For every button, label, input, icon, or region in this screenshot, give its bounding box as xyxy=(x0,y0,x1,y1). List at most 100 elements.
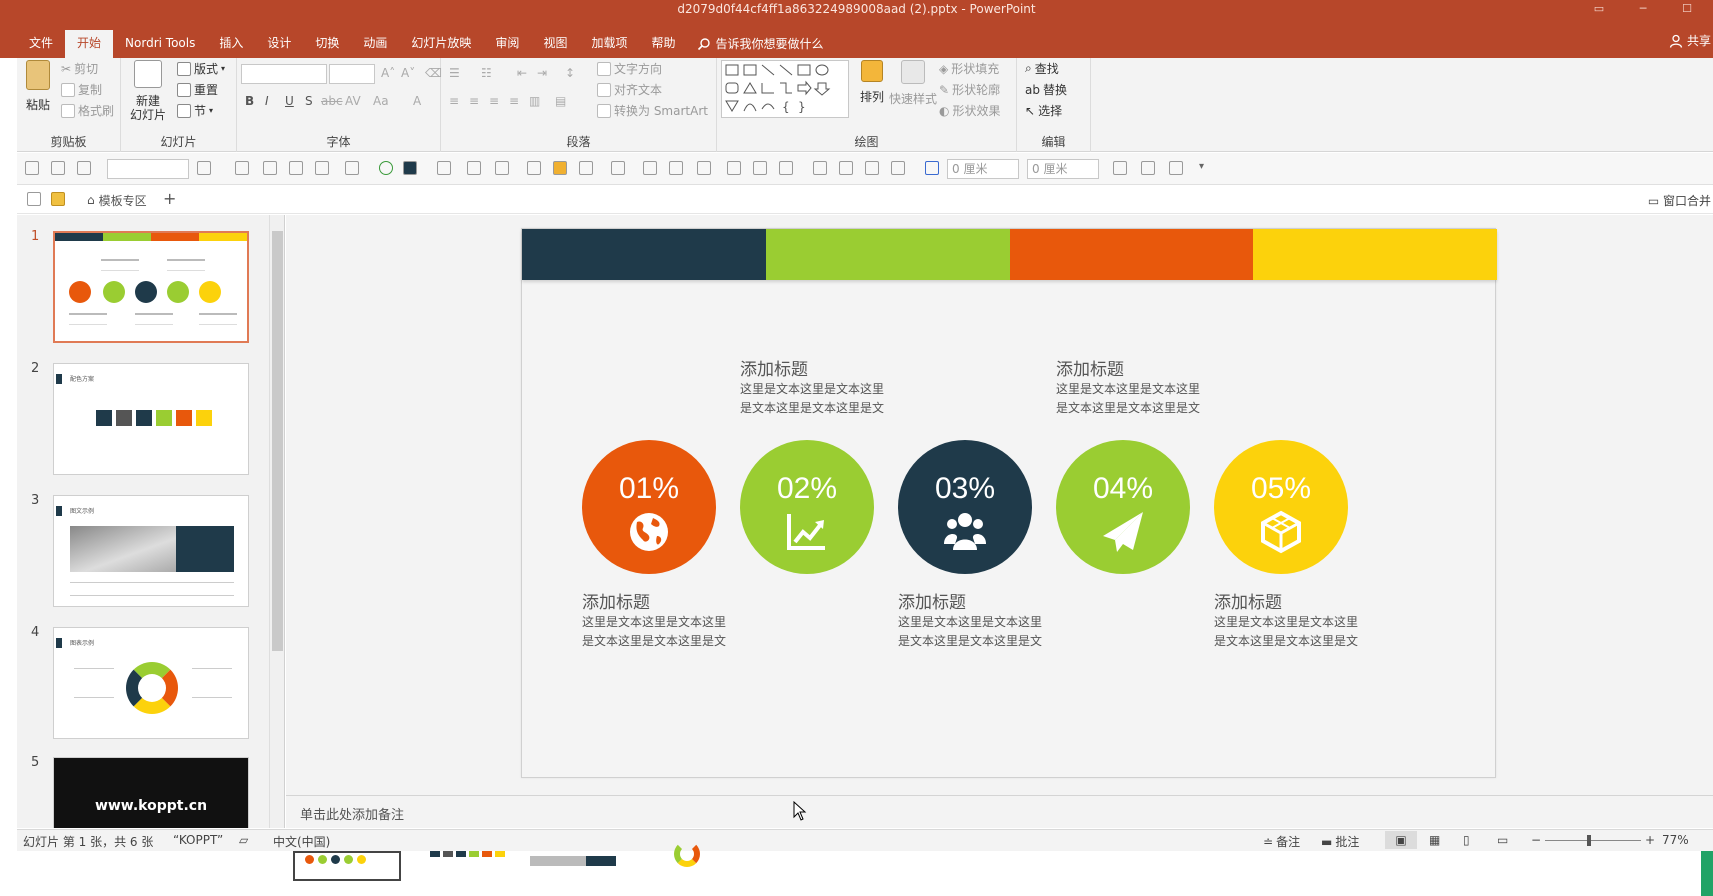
new-slide-button[interactable]: 新建 幻灯片 xyxy=(125,60,171,122)
width-field[interactable]: 0 厘米 xyxy=(947,159,1019,179)
justify-icon[interactable]: ≡ xyxy=(509,94,519,108)
align-center-obj-icon[interactable] xyxy=(779,161,793,175)
slide-thumbnail-3[interactable]: 图文示例 xyxy=(53,495,249,607)
reset-button[interactable]: 重置 xyxy=(177,81,218,98)
slide-thumbnail-5[interactable]: www.koppt.cn xyxy=(53,757,249,828)
reading-view-button[interactable]: ▯ xyxy=(1463,833,1470,847)
replace-button[interactable]: ab 替换 xyxy=(1025,81,1067,98)
normal-view-button[interactable]: ▣ xyxy=(1385,831,1417,849)
item-text-2[interactable]: 这里是文本这里是文本这里是文本这里是文本这里是文 xyxy=(740,380,890,418)
table-grid-icon[interactable] xyxy=(925,161,939,175)
notes-placeholder[interactable]: 单击此处添加备注 xyxy=(300,804,404,823)
shape-fill-button[interactable]: ◈ 形状填充 xyxy=(939,60,999,77)
delete-icon[interactable] xyxy=(839,161,853,175)
columns-icon[interactable]: ▤ xyxy=(555,94,566,108)
share-button[interactable]: 共享 xyxy=(1669,32,1711,49)
text-direction-button[interactable]: 文字方向 xyxy=(597,60,662,77)
notes-pane[interactable]: 单击此处添加备注 xyxy=(286,795,1713,828)
slide-thumbnail-1[interactable] xyxy=(53,231,249,343)
language-indicator[interactable]: 中文(中国) xyxy=(273,833,330,850)
shape-effects-button[interactable]: ◐ 形状效果 xyxy=(939,102,1001,119)
distributed-icon[interactable]: ▥ xyxy=(529,94,540,108)
increase-indent-icon[interactable]: ⇥ xyxy=(537,66,547,80)
slide-thumbnail-2[interactable]: 配色方案 xyxy=(53,363,249,475)
align-objects-icon[interactable] xyxy=(25,161,39,175)
spellcheck-icon[interactable]: ▱ xyxy=(239,833,248,847)
distribute-icon[interactable] xyxy=(51,161,65,175)
format-painter-button[interactable]: 格式刷 xyxy=(61,102,114,119)
style-combo[interactable] xyxy=(107,159,189,179)
copy-button[interactable]: 复制 xyxy=(61,81,102,98)
slideshow-button[interactable]: ▭ xyxy=(1497,833,1508,847)
flip-icon[interactable] xyxy=(697,161,711,175)
quick-styles-button[interactable]: 快速样式 xyxy=(889,60,937,107)
zoom-level[interactable]: 77% xyxy=(1662,833,1689,847)
tab-help[interactable]: 帮助 xyxy=(639,30,687,58)
tab-review[interactable]: 审阅 xyxy=(483,30,531,58)
tab-file[interactable]: 文件 xyxy=(17,30,65,58)
align-left-icon[interactable]: ≡ xyxy=(449,94,459,108)
comments-button[interactable]: ▬ 批注 xyxy=(1321,833,1359,850)
group-icon[interactable] xyxy=(669,161,683,175)
zoom-slider[interactable] xyxy=(1545,840,1641,841)
reflect-icon[interactable] xyxy=(1169,161,1183,175)
tell-me-search[interactable]: 告诉我你想要做什么 xyxy=(687,30,833,58)
layout-button[interactable]: 版式 ▾ xyxy=(177,60,225,77)
chart-icon[interactable] xyxy=(553,161,567,175)
picture-icon[interactable] xyxy=(315,161,329,175)
tab-transitions[interactable]: 切换 xyxy=(303,30,351,58)
item-text-5[interactable]: 这里是文本这里是文本这里是文本这里是文本这里是文 xyxy=(1214,613,1364,651)
grow-font-icon[interactable]: A˄ xyxy=(381,66,395,80)
height-field[interactable]: 0 厘米 xyxy=(1027,159,1099,179)
bullets-icon[interactable]: ☰ xyxy=(449,66,460,80)
ribbon-display-icon[interactable]: ▭ xyxy=(1577,0,1621,18)
arrange-button[interactable]: 排列 xyxy=(855,60,889,105)
percent-circle-5[interactable]: 05% xyxy=(1214,440,1348,574)
select-pane-icon[interactable] xyxy=(865,161,879,175)
line-spacing-icon[interactable]: ↕ xyxy=(565,66,575,80)
send-backward-icon[interactable] xyxy=(753,161,767,175)
grid-icon[interactable] xyxy=(813,161,827,175)
item-title-2[interactable]: 添加标题 xyxy=(740,355,808,380)
cut-button[interactable]: ✂ 剪切 xyxy=(61,60,98,77)
section-button[interactable]: 节 ▾ xyxy=(177,102,213,119)
item-text-4[interactable]: 这里是文本这里是文本这里是文本这里是文本这里是文 xyxy=(1056,380,1206,418)
zoom-out-button[interactable]: − xyxy=(1531,833,1541,847)
scrollbar-thumb[interactable] xyxy=(272,231,283,651)
item-text-3[interactable]: 这里是文本这里是文本这里是文本这里是文本这里是文 xyxy=(898,613,1048,651)
outline-icon[interactable] xyxy=(495,161,509,175)
decrease-indent-icon[interactable]: ⇤ xyxy=(517,66,527,80)
lock-icon[interactable] xyxy=(1113,161,1127,175)
item-text-1[interactable]: 这里是文本这里是文本这里是文本这里是文本这里是文 xyxy=(582,613,732,651)
paste-button[interactable]: 粘贴 xyxy=(23,60,53,113)
zoom-in-button[interactable]: + xyxy=(1645,833,1655,847)
merge-shapes-icon[interactable] xyxy=(289,161,303,175)
italic-icon[interactable]: I xyxy=(265,94,269,108)
eyedropper-icon[interactable] xyxy=(527,161,541,175)
align-center-icon[interactable]: ≡ xyxy=(469,94,479,108)
zoom-slider-thumb[interactable] xyxy=(1587,835,1591,846)
crop-icon[interactable] xyxy=(197,161,211,175)
color-swatch-icon[interactable] xyxy=(403,161,417,175)
notes-toggle-button[interactable]: ≐ 备注 xyxy=(1263,833,1300,850)
rotate-icon[interactable] xyxy=(611,161,625,175)
item-title-5[interactable]: 添加标题 xyxy=(1214,588,1282,613)
font-size-combo[interactable] xyxy=(329,64,375,84)
tab-nordri-tools[interactable]: Nordri Tools xyxy=(113,30,207,58)
brush-icon[interactable] xyxy=(467,161,481,175)
font-color-icon[interactable]: A xyxy=(413,94,421,108)
shape-icon[interactable] xyxy=(579,161,593,175)
thumbnail-scrollbar[interactable] xyxy=(269,215,284,828)
item-title-3[interactable]: 添加标题 xyxy=(898,588,966,613)
percent-circle-4[interactable]: 04% xyxy=(1056,440,1190,574)
tab-home[interactable]: 开始 xyxy=(65,30,114,58)
align-left-obj-icon[interactable] xyxy=(1141,161,1155,175)
sorter-view-button[interactable]: ▦ xyxy=(1429,833,1440,847)
slide-thumbnail-4[interactable]: 图表示例 xyxy=(53,627,249,739)
side-tab[interactable] xyxy=(1701,851,1713,896)
align-right-icon[interactable]: ≡ xyxy=(489,94,499,108)
smartart-button[interactable]: 转换为 SmartArt xyxy=(597,102,708,119)
template-zone-tab[interactable]: ⌂ 模板专区 xyxy=(87,190,147,210)
shape-outline-button[interactable]: ✎ 形状轮廓 xyxy=(939,81,1000,98)
find-button[interactable]: ⌕ 查找 xyxy=(1025,60,1059,77)
